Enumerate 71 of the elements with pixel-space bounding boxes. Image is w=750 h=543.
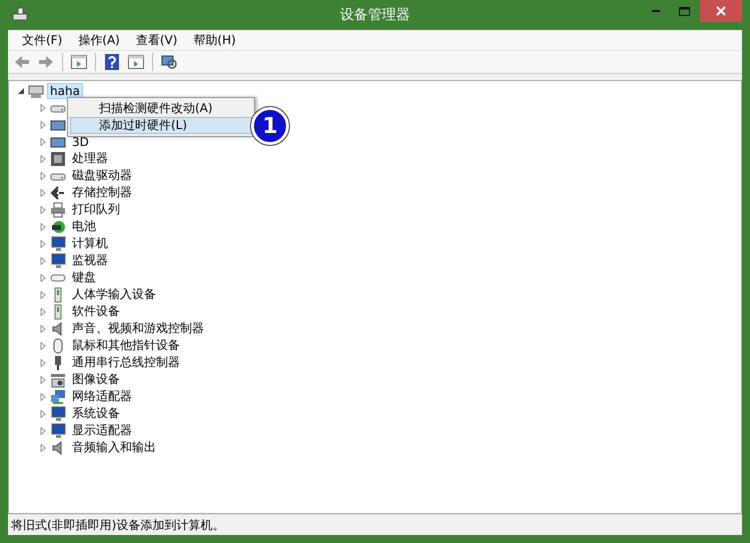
camera-icon (50, 372, 66, 388)
tree-item[interactable]: 显示适配器 (69, 421, 135, 440)
expand-arrow-icon[interactable] (39, 358, 47, 366)
menu-item[interactable]: 查看(V) (128, 32, 186, 48)
chip-icon (50, 150, 66, 166)
context-menu-item[interactable]: 添加过时硬件(L) (70, 117, 252, 134)
console-tree-button[interactable] (69, 53, 89, 71)
tree-item[interactable]: 存储控制器 (69, 183, 135, 202)
maximize-icon (678, 6, 690, 16)
network-icon (50, 388, 66, 404)
context-menu-item[interactable]: 扫描检测硬件改动(A) (70, 100, 252, 117)
window-title: 设备管理器 (339, 6, 411, 24)
collapse-arrow-icon[interactable] (17, 86, 25, 94)
tree-item[interactable]: 磁盘驱动器 (69, 166, 135, 185)
expand-arrow-icon[interactable] (39, 222, 47, 230)
expand-arrow-icon[interactable] (39, 240, 47, 248)
tree-item[interactable]: 键盘 (69, 268, 99, 287)
expand-arrow-icon[interactable] (39, 392, 47, 400)
tree-item[interactable]: 声音、视频和游戏控制器 (69, 319, 207, 338)
expand-arrow-icon[interactable] (39, 154, 47, 162)
expand-arrow-icon[interactable] (39, 172, 47, 180)
expand-arrow-icon[interactable] (39, 410, 47, 418)
expand-arrow-icon[interactable] (39, 444, 47, 452)
step-number-badge: 1 (251, 107, 289, 145)
expand-arrow-icon[interactable] (39, 256, 47, 264)
status-text: 将旧式(非即插即用)设备添加到计算机。 (11, 516, 224, 534)
monitor-icon (50, 252, 66, 268)
controller-icon (50, 184, 66, 200)
monitor-icon (50, 422, 66, 438)
expand-arrow-icon[interactable] (39, 104, 47, 112)
printer-icon (50, 202, 66, 218)
tree-item[interactable]: 电池 (69, 217, 99, 236)
tree-item[interactable]: 系统设备 (69, 404, 123, 423)
tree-item[interactable]: 3D (69, 134, 92, 150)
tree-item[interactable]: 音频输入和输出 (69, 438, 159, 457)
tree-item[interactable]: 软件设备 (69, 302, 123, 321)
expand-arrow-icon[interactable] (39, 274, 47, 282)
expand-arrow-icon[interactable] (39, 342, 47, 350)
tree-item[interactable]: 图像设备 (69, 370, 123, 389)
expand-arrow-icon[interactable] (39, 426, 47, 434)
tree-item[interactable]: 打印队列 (69, 200, 123, 219)
tree-item[interactable]: haha (47, 82, 83, 98)
help-button[interactable] (102, 53, 122, 71)
expand-arrow-icon[interactable] (39, 188, 47, 196)
close-button[interactable] (700, 0, 742, 22)
scan-hardware-button[interactable] (159, 53, 179, 71)
close-icon (716, 6, 726, 16)
expand-arrow-icon[interactable] (39, 206, 47, 214)
tree-item[interactable]: 网络适配器 (69, 387, 135, 406)
menu-item[interactable]: 帮助(H) (185, 32, 244, 48)
tree-item[interactable]: 处理器 (69, 149, 111, 168)
expand-arrow-icon[interactable] (39, 324, 47, 332)
monitor-icon (50, 236, 66, 252)
tree-item[interactable]: 监视器 (69, 251, 111, 270)
action-pane-button[interactable] (126, 53, 146, 71)
tree-item[interactable]: 计算机 (69, 234, 111, 253)
tree-item[interactable]: 鼠标和其他指针设备 (69, 336, 183, 355)
computer-icon (28, 82, 44, 98)
expand-arrow-icon[interactable] (39, 376, 47, 384)
expand-arrow-icon[interactable] (39, 290, 47, 298)
menu-item[interactable]: 文件(F) (14, 32, 70, 48)
monitor-icon (50, 406, 66, 422)
menu-item[interactable]: 操作(A) (70, 32, 128, 48)
minimize-icon (652, 9, 660, 13)
expand-arrow-icon[interactable] (39, 138, 47, 146)
expand-arrow-icon[interactable] (39, 120, 47, 128)
app-icon (12, 7, 28, 23)
expand-arrow-icon[interactable] (39, 308, 47, 316)
battery-icon (50, 218, 66, 234)
tree-item[interactable]: 通用串行总线控制器 (69, 353, 183, 372)
tree-item[interactable]: 人体学输入设备 (69, 285, 159, 304)
